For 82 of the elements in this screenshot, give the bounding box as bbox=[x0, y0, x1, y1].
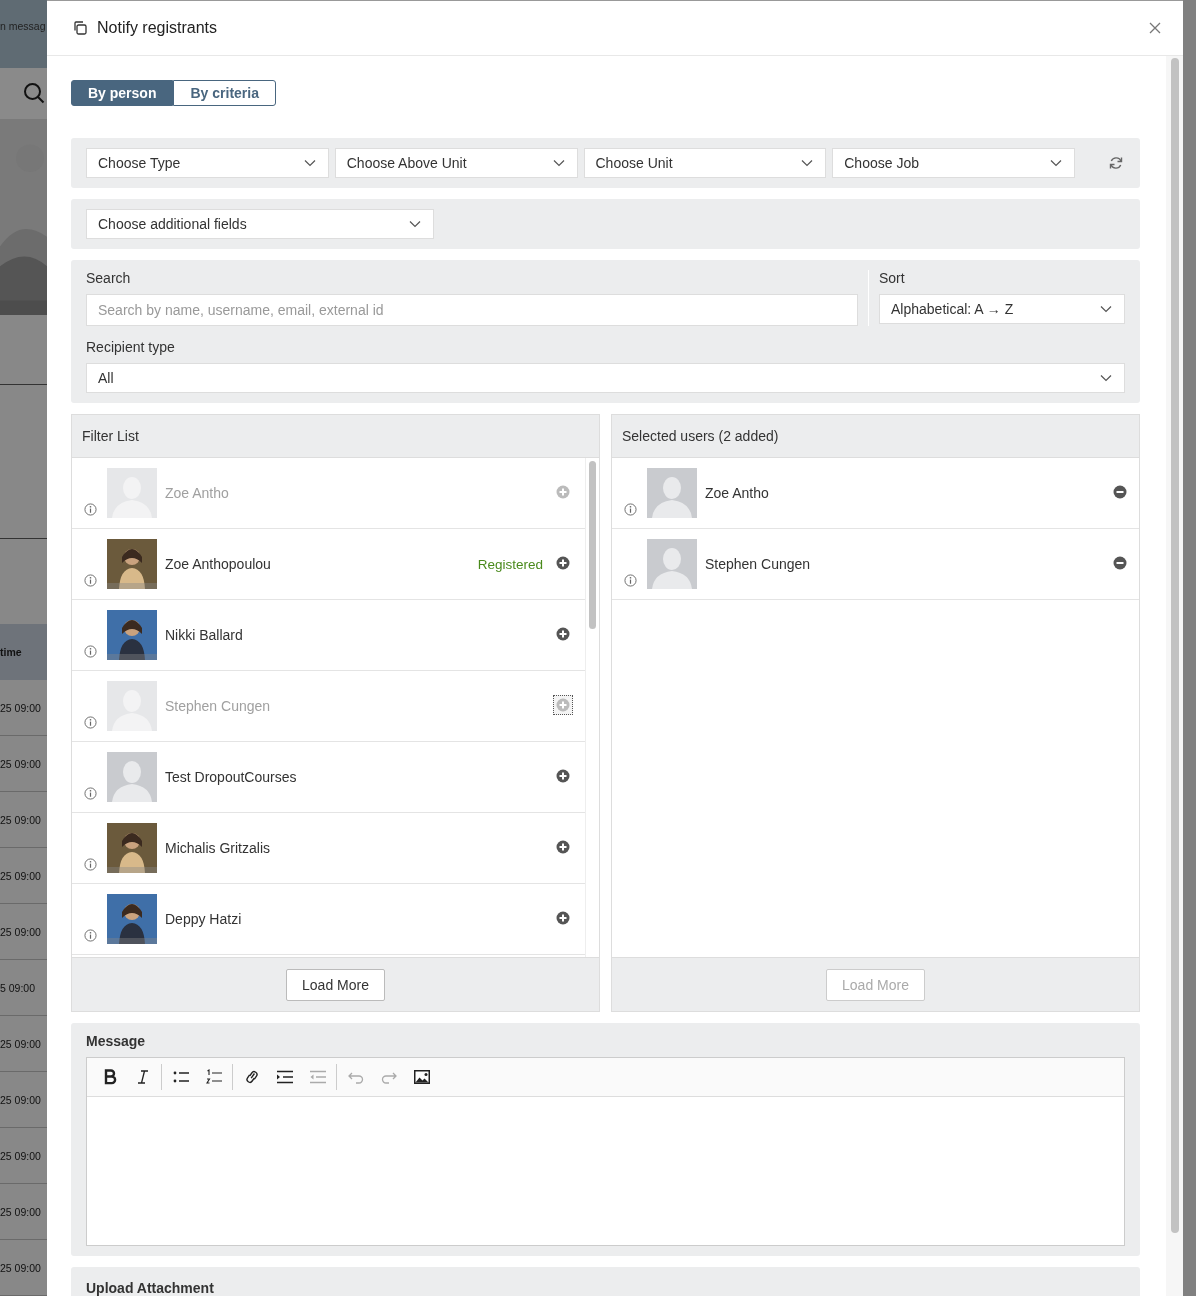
table-cell: 25 09:00 bbox=[0, 1037, 41, 1050]
chevron-down-icon bbox=[1100, 374, 1112, 382]
user-name: Zoe Antho bbox=[165, 485, 230, 501]
info-icon[interactable] bbox=[84, 716, 97, 729]
table-cell: 25 09:00 bbox=[0, 701, 41, 714]
table-cell: 25 09:00 bbox=[0, 925, 41, 938]
list-item[interactable]: Deppy Hatzi bbox=[72, 884, 585, 955]
table-cell: 25 09:00 bbox=[0, 869, 41, 882]
section-title: Upload Attachment bbox=[86, 1280, 214, 1296]
header-text: n messag bbox=[0, 20, 46, 32]
numbered-list-icon[interactable] bbox=[204, 1068, 223, 1086]
panel-title: Selected users (2 added) bbox=[622, 428, 779, 444]
chevron-down-icon bbox=[303, 159, 316, 167]
chevron-down-icon bbox=[801, 159, 814, 167]
refresh-icon[interactable] bbox=[1109, 156, 1123, 170]
avatar-placeholder-icon bbox=[107, 752, 157, 802]
column-title: time bbox=[0, 646, 22, 659]
table-cell: 25 09:00 bbox=[0, 757, 41, 770]
remove-icon[interactable] bbox=[1113, 485, 1127, 499]
list-item[interactable]: Nikki Ballard bbox=[72, 600, 585, 671]
list-item[interactable]: Stephen Cungen bbox=[612, 529, 1139, 600]
user-name: Deppy Hatzi bbox=[165, 911, 243, 927]
field-label: Recipient type bbox=[86, 339, 176, 355]
table-cell: 25 09:00 bbox=[0, 1261, 41, 1274]
dropdown[interactable]: Choose Job bbox=[832, 148, 1075, 178]
image-icon[interactable] bbox=[412, 1068, 431, 1086]
dropdown[interactable]: Choose Type bbox=[86, 148, 329, 178]
tab[interactable]: By criteria bbox=[173, 80, 276, 106]
remove-icon[interactable] bbox=[1113, 556, 1127, 570]
add-icon[interactable] bbox=[553, 695, 573, 715]
user-name: Michalis Gritzalis bbox=[165, 840, 271, 856]
info-icon[interactable] bbox=[84, 858, 97, 871]
dropdown[interactable]: Choose additional fields bbox=[86, 209, 434, 239]
info-icon[interactable] bbox=[624, 574, 637, 587]
table-cell: 25 09:00 bbox=[0, 1093, 41, 1106]
avatar-placeholder-icon bbox=[647, 539, 697, 589]
chevron-down-icon bbox=[552, 159, 565, 167]
user-name: Stephen Cungen bbox=[165, 698, 272, 714]
field-label: Search bbox=[86, 270, 132, 286]
search-icon[interactable] bbox=[23, 82, 45, 105]
avatar-placeholder-icon bbox=[107, 468, 157, 518]
user-name: Zoe Antho bbox=[705, 485, 770, 501]
indent-icon[interactable] bbox=[275, 1068, 294, 1086]
chevron-down-icon bbox=[409, 220, 421, 228]
scrollbar-thumb[interactable] bbox=[589, 461, 596, 629]
status-label: Registered bbox=[477, 556, 543, 572]
user-name: Test DropoutCourses bbox=[165, 769, 298, 785]
list-item[interactable]: Michalis Gritzalis bbox=[72, 813, 585, 884]
table-cell: 25 09:00 bbox=[0, 813, 41, 826]
info-icon[interactable] bbox=[84, 574, 97, 587]
dropdown[interactable]: Alphabetical: A → Z bbox=[879, 294, 1125, 324]
info-icon[interactable] bbox=[84, 503, 97, 516]
user-name: Nikki Ballard bbox=[165, 627, 244, 643]
avatar-placeholder-icon bbox=[647, 468, 697, 518]
table-cell: 25 09:00 bbox=[0, 1149, 41, 1162]
info-icon[interactable] bbox=[84, 929, 97, 942]
info-icon[interactable] bbox=[84, 645, 97, 658]
chevron-down-icon bbox=[1050, 159, 1062, 167]
list-item[interactable]: Zoe Antho bbox=[612, 458, 1139, 529]
info-icon[interactable] bbox=[624, 503, 637, 516]
search-field[interactable]: Search by name, username, email, external id bbox=[86, 294, 858, 326]
chevron-down-icon bbox=[1100, 305, 1112, 313]
tab[interactable]: By person bbox=[71, 80, 174, 106]
field-label: Sort bbox=[879, 270, 906, 286]
list-item[interactable]: Zoe Anthopoulou Registered bbox=[72, 529, 585, 600]
dropdown[interactable]: All bbox=[86, 363, 1125, 393]
user-name: Zoe Anthopoulou bbox=[165, 556, 272, 572]
list-item[interactable]: Test DropoutCourses bbox=[72, 742, 585, 813]
avatar-placeholder-icon bbox=[107, 681, 157, 731]
panel-title: Filter List bbox=[82, 428, 139, 444]
info-icon[interactable] bbox=[84, 787, 97, 800]
scrollbar-thumb[interactable] bbox=[1170, 58, 1179, 1233]
user-name: Stephen Cungen bbox=[705, 556, 812, 572]
section-title: Message bbox=[86, 1033, 147, 1049]
dialog-title: Notify registrants bbox=[97, 19, 219, 37]
dropdown[interactable]: Choose Unit bbox=[583, 148, 827, 178]
table-cell: 5 09:00 bbox=[0, 981, 36, 994]
copy-icon bbox=[72, 20, 88, 36]
load-more-button[interactable]: Load More bbox=[286, 968, 385, 1001]
dropdown[interactable]: Choose Above Unit bbox=[334, 148, 578, 178]
close-icon[interactable] bbox=[1149, 22, 1161, 34]
table-cell: 25 09:00 bbox=[0, 1205, 41, 1218]
